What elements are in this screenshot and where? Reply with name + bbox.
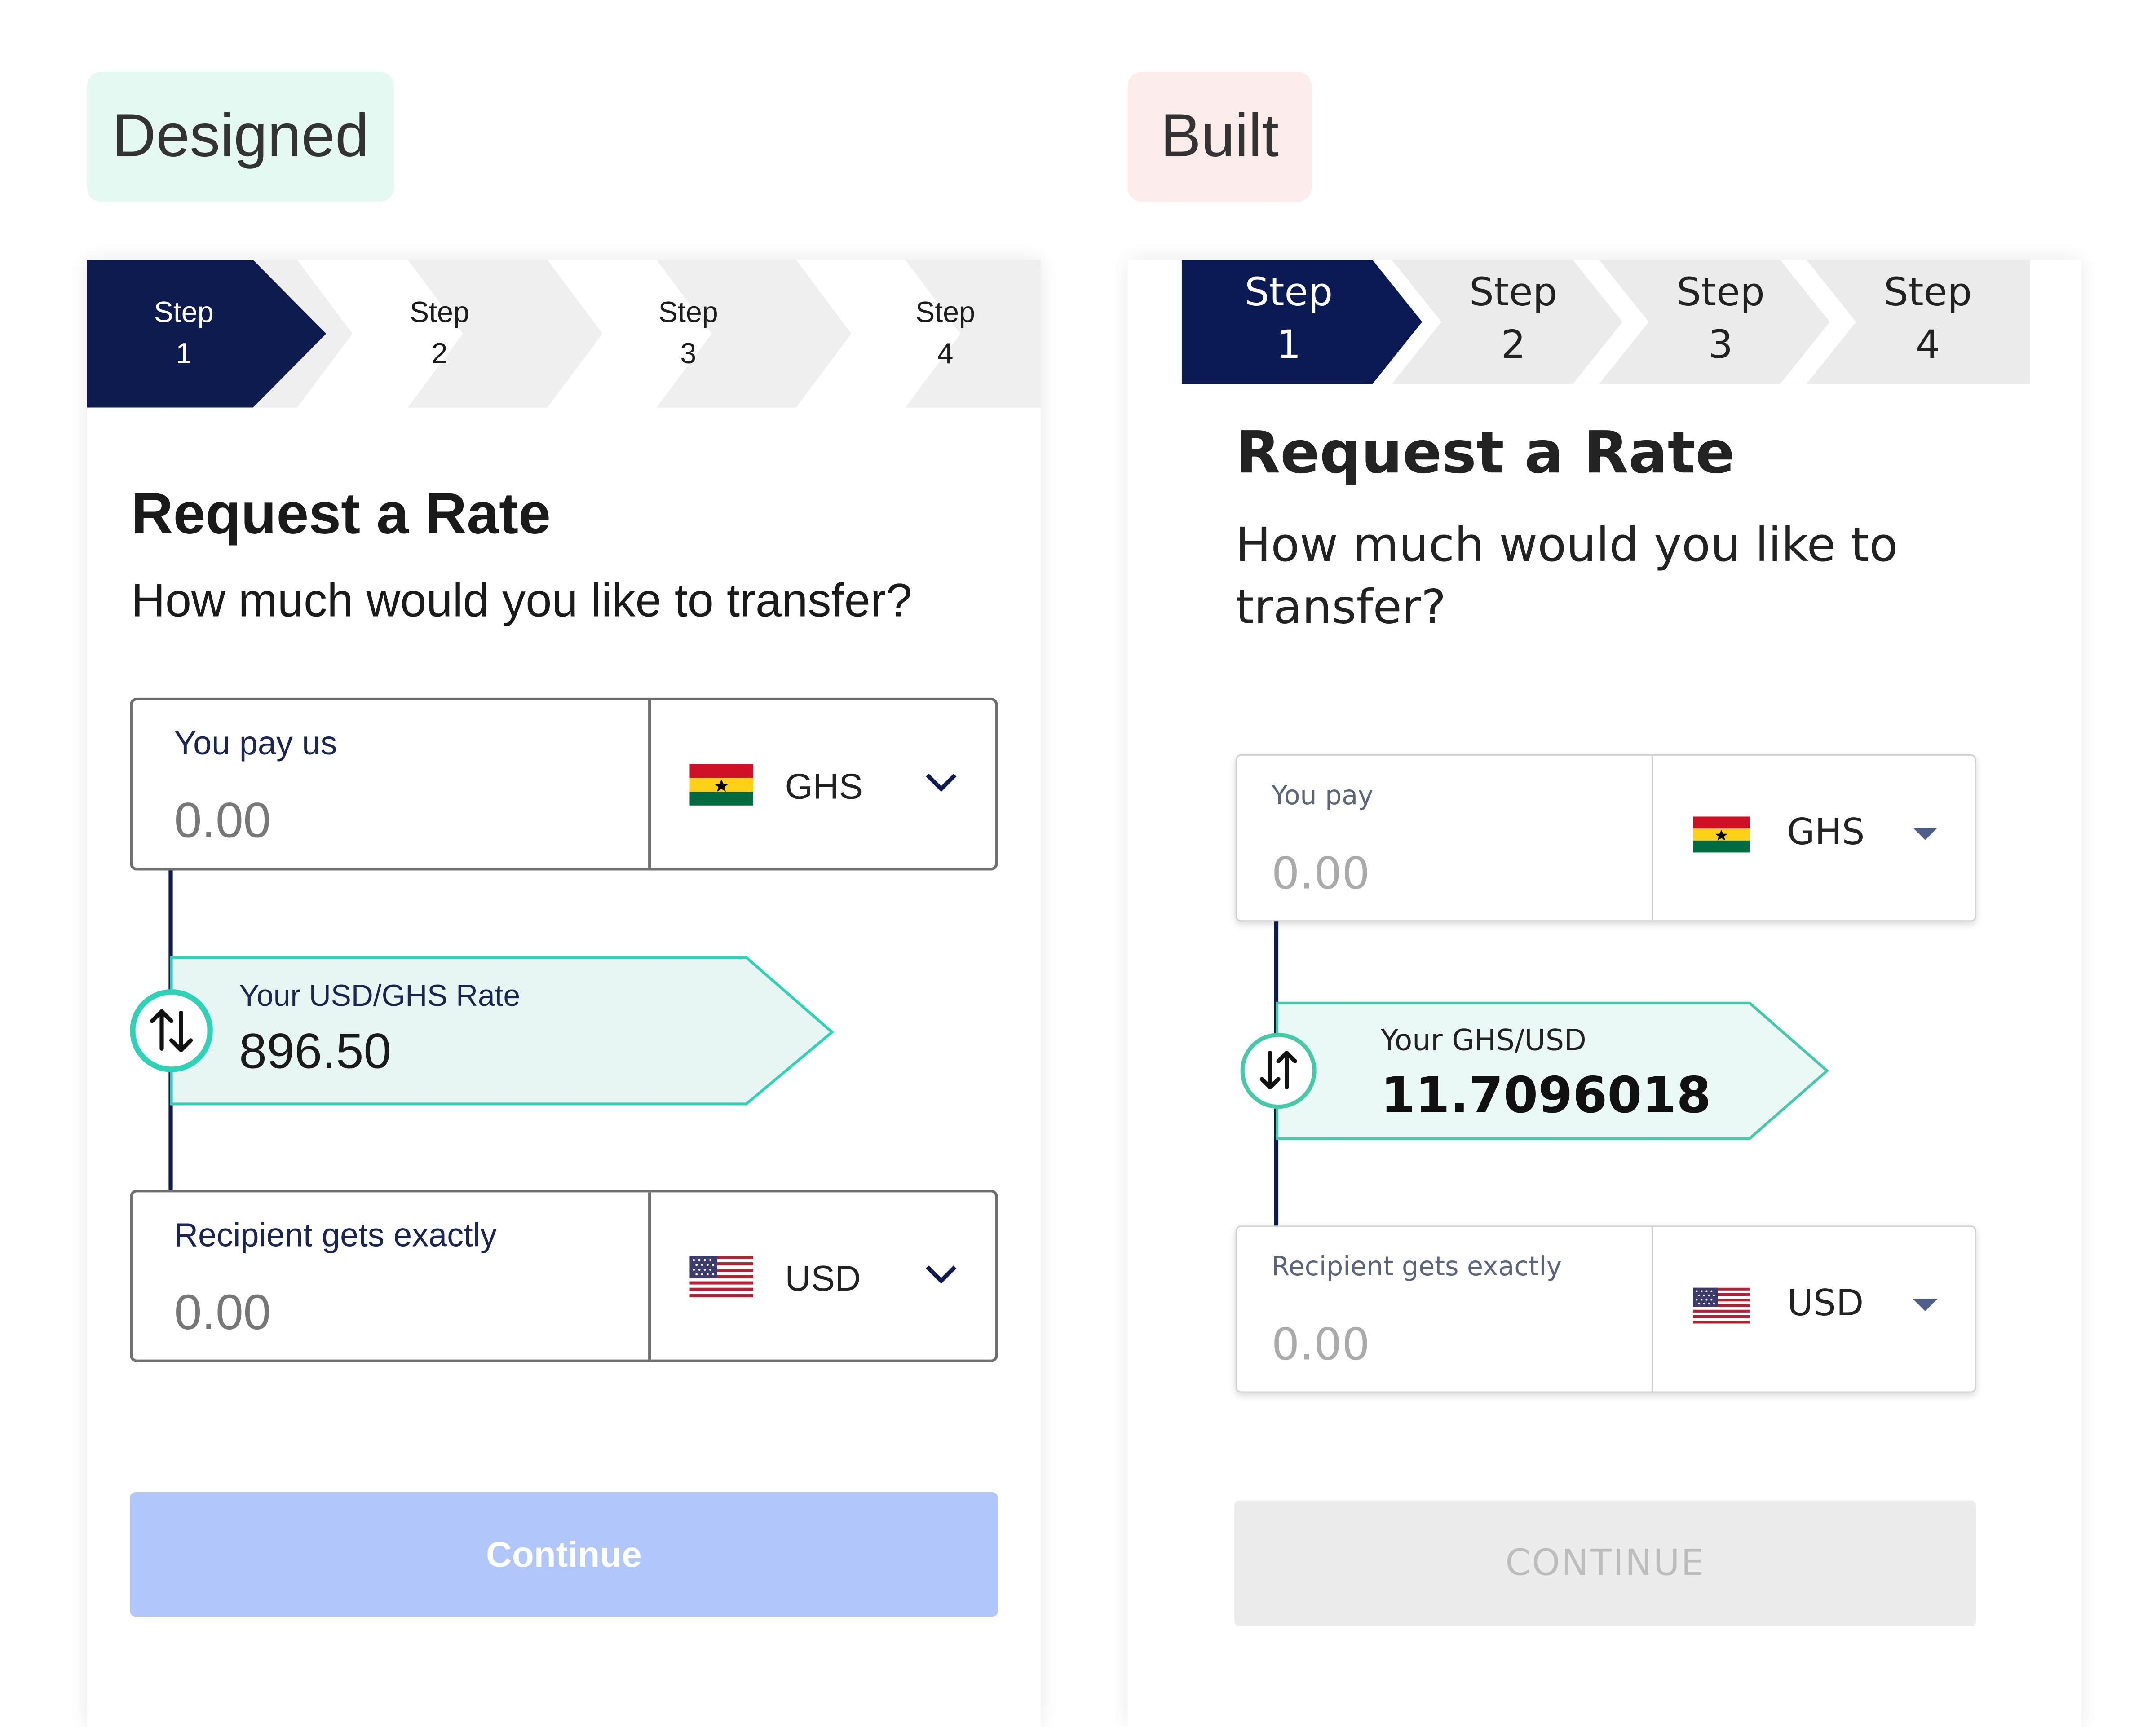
continue-button[interactable]: CONTINUE [1234,1500,1976,1626]
step-number: 1 [176,338,192,370]
step-3[interactable]: Step 3 [1645,260,1797,384]
continue-button[interactable]: Continue [130,1492,998,1617]
receive-label: Recipient gets exactly [174,1217,497,1255]
rate-label: Your GHS/USD [1380,1023,1586,1057]
page-subtitle: How much would you like to transfer? [131,574,912,627]
chevron-down-icon[interactable] [923,770,959,794]
field-divider [1651,756,1653,921]
step-number: 3 [680,338,697,370]
page-subtitle: How much would you like to transfer? [1235,518,1898,636]
step-number: 4 [937,338,954,370]
step-3[interactable]: Step 3 [619,260,757,407]
pay-field: You pay 0.00 GHS [1235,754,1976,922]
us-flag-icon [689,1256,753,1298]
step-label: Step [915,297,976,329]
step-number: 4 [1915,322,1940,368]
stepper: Step 1 Step 2 Step 3 Step 4 [1181,260,2030,384]
field-divider [648,700,651,868]
step-4[interactable]: Step 4 [876,260,1015,407]
step-number: 1 [1276,322,1301,368]
rate-value: 11.7096018 [1380,1068,1711,1125]
field-divider [1651,1227,1653,1392]
rate-value: 896.50 [239,1022,392,1079]
step-label: Step [1884,269,1972,315]
step-2[interactable]: Step 2 [371,260,509,407]
receive-field: Recipient gets exactly 0.00 USD [130,1190,998,1362]
pay-currency-select[interactable]: GHS [1787,812,1864,854]
step-1[interactable]: Step 1 [87,260,281,407]
receive-amount-input[interactable]: 0.00 [174,1283,271,1341]
pay-label: You pay [1271,780,1374,811]
step-label: Step [1469,269,1558,315]
receive-currency-select[interactable]: USD [785,1257,861,1300]
step-number: 2 [431,338,448,370]
step-1[interactable]: Step 1 [1188,260,1389,384]
step-2[interactable]: Step 2 [1437,260,1589,384]
step-label: Step [658,297,718,329]
receive-amount-input[interactable]: 0.00 [1272,1318,1370,1370]
ghana-flag-icon [1693,816,1750,853]
ghana-flag-icon [689,764,753,806]
pay-amount-input[interactable]: 0.00 [1272,847,1370,899]
step-4[interactable]: Step 4 [1852,260,2004,384]
built-tag: Built [1127,71,1312,202]
chevron-down-icon[interactable] [923,1261,959,1286]
step-label: Step [1676,269,1765,315]
caret-down-icon[interactable] [1913,828,1938,840]
swap-arrows-icon[interactable] [128,988,214,1074]
page-title: Request a Rate [131,480,551,546]
pay-amount-input[interactable]: 0.00 [174,792,271,850]
caret-down-icon[interactable] [1913,1299,1938,1311]
pay-currency-select[interactable]: GHS [785,766,863,808]
stepper: Step 1 Step 2 Step 3 Step 4 [87,260,1041,408]
step-label: Step [1245,269,1333,315]
field-divider [648,1192,651,1360]
step-label: Step [409,297,469,329]
designed-card: Step 1 Step 2 Step 3 Step 4 Request a Ra… [87,260,1041,1727]
built-card: Step 1 Step 2 Step 3 Step 4 Request a Ra… [1127,260,2081,1727]
designed-tag: Designed [87,71,394,202]
pay-field: You pay us 0.00 GHS [130,697,998,871]
swap-arrows-icon[interactable] [1238,1031,1318,1110]
step-number: 2 [1501,322,1526,368]
pay-label: You pay us [174,725,337,763]
receive-currency-select[interactable]: USD [1787,1283,1864,1325]
rate-label: Your USD/GHS Rate [239,978,521,1013]
comparison-stage: Designed Built Step 1 Step 2 Step 3 Step… [0,0,2156,1727]
receive-label: Recipient gets exactly [1271,1251,1562,1282]
receive-field: Recipient gets exactly 0.00 USD [1235,1225,1976,1393]
step-label: Step [154,297,214,329]
step-number: 3 [1708,322,1733,368]
us-flag-icon [1693,1287,1750,1324]
page-title: Request a Rate [1235,419,1735,487]
